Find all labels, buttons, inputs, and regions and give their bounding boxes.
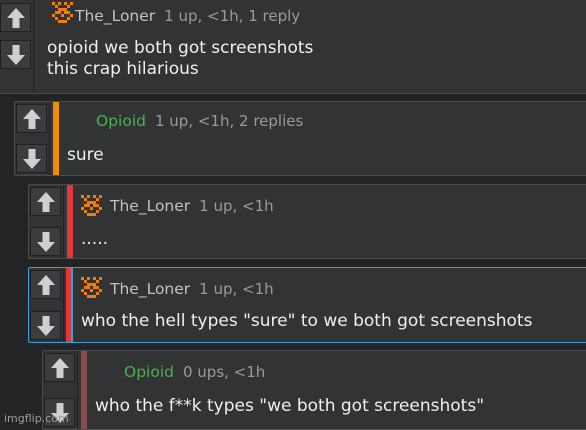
vote-column — [15, 102, 50, 175]
upvote-button[interactable] — [30, 187, 61, 216]
comment: Opioid 0 ups, <1h who the f**k types "we … — [42, 350, 586, 430]
vote-column — [29, 185, 64, 258]
username-link[interactable]: Opioid — [124, 363, 174, 381]
watermark: imgflip.com — [4, 412, 69, 425]
comment-meta: 1 up, <1h, 1 reply — [164, 7, 301, 25]
comment-text: sure — [67, 145, 104, 165]
arrow-down-icon — [36, 231, 55, 252]
comment-header: Opioid 0 ups, <1h — [124, 363, 265, 381]
comment-meta: 1 up, <1h, 2 replies — [154, 112, 304, 130]
pixel-avatar-icon — [81, 277, 102, 298]
comment-meta: 1 up, <1h — [199, 280, 274, 298]
comment-text: ..... — [81, 229, 109, 249]
arrow-up-icon — [36, 274, 55, 295]
upvote-button[interactable] — [16, 104, 47, 133]
thread-bar-highlight — [71, 268, 73, 342]
comment-text: opioid we both got screenshots this crap… — [47, 38, 314, 79]
username-link[interactable]: Opioid — [96, 112, 146, 130]
comment: The_Loner 1 up, <1h, 1 reply opioid we bo… — [0, 0, 586, 94]
downvote-button[interactable] — [0, 40, 31, 69]
vote-column — [29, 268, 64, 342]
comment-text: who the f**k types "we both got screensh… — [95, 396, 485, 416]
downvote-button[interactable] — [30, 311, 61, 340]
username-link[interactable]: The_Loner — [110, 197, 190, 215]
comment-header: Opioid 1 up, <1h, 2 replies — [96, 112, 303, 130]
arrow-down-icon — [22, 148, 41, 169]
arrow-up-icon — [6, 7, 25, 28]
comment: Opioid 1 up, <1h, 2 replies sure — [14, 101, 586, 176]
comment-header: The_Loner 1 up, <1h — [110, 197, 274, 215]
comment: The_Loner 1 up, <1h who the hell types "s… — [28, 267, 586, 343]
arrow-up-icon — [22, 108, 41, 129]
username-link[interactable]: The_Loner — [75, 7, 155, 25]
arrow-up-icon — [50, 357, 69, 378]
comment-text: who the hell types "sure" to we both got… — [81, 311, 533, 331]
upvote-button[interactable] — [44, 353, 75, 382]
pixel-avatar-icon — [81, 195, 102, 216]
upvote-button[interactable] — [30, 270, 61, 299]
comment: The_Loner 1 up, <1h ..... — [28, 184, 586, 259]
comment-header: The_Loner 1 up, <1h, 1 reply — [75, 7, 300, 25]
vote-column — [0, 0, 34, 93]
thread-bar — [81, 351, 87, 429]
arrow-down-icon — [36, 315, 55, 336]
arrow-up-icon — [36, 191, 55, 212]
downvote-button[interactable] — [16, 144, 47, 173]
username-link[interactable]: The_Loner — [110, 280, 190, 298]
comment-header: The_Loner 1 up, <1h — [110, 280, 274, 298]
upvote-button[interactable] — [0, 3, 31, 32]
comment-meta: 1 up, <1h — [199, 197, 274, 215]
arrow-down-icon — [6, 44, 25, 65]
thread-bar — [67, 185, 73, 258]
downvote-button[interactable] — [30, 227, 61, 256]
comment-meta: 0 ups, <1h — [182, 363, 266, 381]
thread-bar — [53, 102, 59, 175]
pixel-avatar-icon — [52, 2, 73, 23]
